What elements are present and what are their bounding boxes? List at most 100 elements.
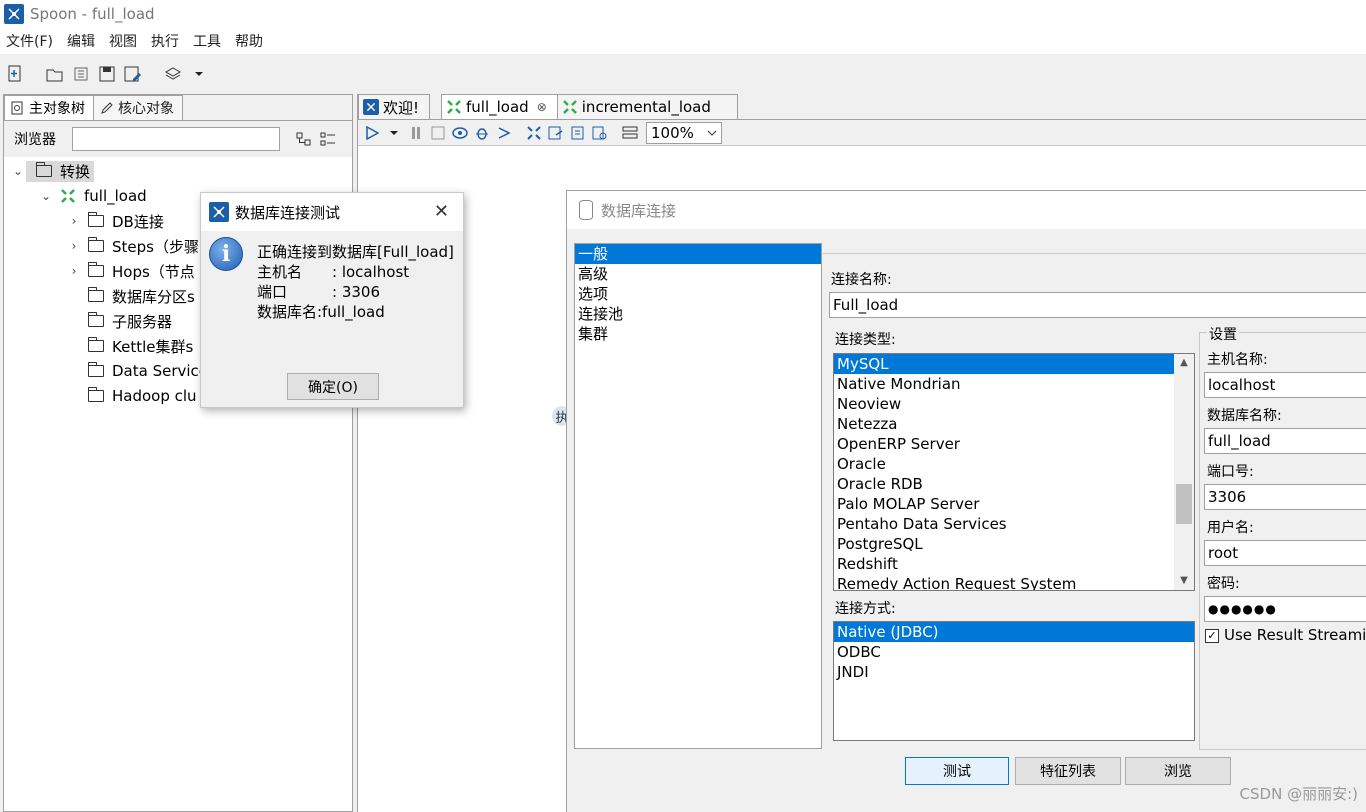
window-title: Spoon - full_load — [30, 5, 155, 23]
browser-search-input[interactable] — [72, 127, 280, 151]
tree-node-data-services[interactable]: Data Service — [82, 359, 208, 383]
tree-node-db-connections[interactable]: › DB连接 — [66, 209, 164, 233]
tab-welcome[interactable]: 欢迎! — [358, 94, 431, 119]
tab-core-objects[interactable]: 核心对象 — [93, 95, 183, 120]
close-tab-icon[interactable]: ⊗ — [537, 100, 547, 114]
list-item[interactable]: Pentaho Data Services — [834, 514, 1194, 534]
category-pooling[interactable]: 连接池 — [575, 304, 821, 324]
host-input[interactable]: localhost — [1204, 372, 1366, 398]
preview-eye-icon[interactable] — [450, 123, 470, 143]
tree-node-label: Data Service — [112, 362, 209, 380]
category-advanced[interactable]: 高级 — [575, 264, 821, 284]
category-options[interactable]: 选项 — [575, 284, 821, 304]
scroll-up-icon[interactable]: ▲ — [1174, 354, 1194, 372]
chevron-right-icon[interactable]: › — [66, 239, 82, 253]
folder-icon — [87, 262, 104, 277]
tab-full-load[interactable]: full_load ⊗ — [441, 94, 558, 119]
list-scrollbar[interactable]: ▲ ▼ — [1174, 354, 1194, 590]
explore-button[interactable]: 浏览 — [1125, 757, 1231, 785]
list-item[interactable]: Oracle — [834, 454, 1194, 474]
category-list: 一般 高级 选项 连接池 集群 — [574, 243, 822, 749]
chevron-right-icon[interactable]: › — [66, 214, 82, 228]
tab-main-object-tree[interactable]: 主对象树 — [4, 95, 94, 120]
list-item[interactable]: Neoview — [834, 394, 1194, 414]
chevron-down-icon[interactable]: ⌄ — [10, 164, 26, 178]
tree-node-hadoop-clusters[interactable]: Hadoop clu — [82, 384, 197, 408]
tab-incremental-load[interactable]: incremental_load — [556, 94, 738, 119]
tree-node-steps[interactable]: › Steps（步骤 — [66, 234, 199, 258]
save-icon[interactable] — [96, 63, 118, 85]
spoon-icon — [363, 99, 379, 115]
port-input[interactable]: 3306 — [1204, 484, 1366, 510]
verify-icon[interactable] — [524, 123, 544, 143]
chevron-down-icon[interactable]: ⌄ — [38, 189, 54, 203]
chevron-right-icon[interactable]: › — [66, 264, 82, 278]
list-item[interactable]: OpenERP Server — [834, 434, 1194, 454]
tree-node-slave-servers[interactable]: 子服务器 — [82, 309, 172, 333]
list-item[interactable]: JNDI — [834, 662, 1194, 682]
save-as-icon[interactable] — [122, 63, 144, 85]
username-input[interactable]: root — [1204, 540, 1366, 566]
stop-icon[interactable] — [428, 123, 448, 143]
folder-icon — [87, 362, 104, 377]
category-general[interactable]: 一般 — [575, 244, 821, 264]
impact-icon[interactable] — [546, 123, 566, 143]
menu-tools[interactable]: 工具 — [193, 31, 221, 51]
menu-file[interactable]: 文件(F) — [6, 31, 53, 51]
menu-view[interactable]: 视图 — [109, 31, 137, 51]
access-method-list[interactable]: Native (JDBC) ODBC JNDI — [833, 621, 1195, 741]
close-icon[interactable]: ✕ — [434, 201, 449, 222]
list-item[interactable]: Netezza — [834, 414, 1194, 434]
use-result-streaming-label: Use Result Streamin — [1224, 626, 1366, 644]
list-item[interactable]: ODBC — [834, 642, 1194, 662]
database-icon — [579, 200, 593, 220]
password-label: 密码: — [1207, 576, 1240, 592]
connection-name-input[interactable]: Full_load — [829, 292, 1366, 318]
tab-label: 欢迎! — [383, 98, 420, 117]
run-icon[interactable] — [362, 123, 382, 143]
chevron-down-icon[interactable] — [188, 63, 210, 85]
feature-list-button[interactable]: 特征列表 — [1015, 757, 1121, 785]
list-item[interactable]: Redshift — [834, 554, 1194, 574]
open-file-icon[interactable] — [44, 63, 66, 85]
scroll-thumb[interactable] — [1176, 484, 1192, 524]
pause-icon[interactable] — [406, 123, 426, 143]
explore-db-icon[interactable] — [590, 123, 610, 143]
collapse-tree-icon[interactable] — [296, 131, 312, 147]
browser-search-row: 浏览器 — [4, 121, 352, 157]
sql-icon[interactable] — [568, 123, 588, 143]
category-clustering[interactable]: 集群 — [575, 324, 821, 344]
test-button[interactable]: 测试 — [905, 757, 1009, 785]
expand-tree-icon[interactable] — [320, 131, 336, 147]
list-item[interactable]: Native Mondrian — [834, 374, 1194, 394]
tree-node-transformations[interactable]: ⌄ 转换 — [10, 159, 95, 183]
perspective-layers-icon[interactable] — [162, 63, 184, 85]
ok-button[interactable]: 确定(O) — [287, 373, 379, 400]
list-item[interactable]: MySQL — [834, 354, 1174, 374]
database-name-input[interactable]: full_load — [1204, 428, 1366, 454]
tree-node-kettle-clusters[interactable]: Kettle集群s — [82, 334, 193, 358]
list-item[interactable]: Palo MOLAP Server — [834, 494, 1194, 514]
list-item[interactable]: Oracle RDB — [834, 474, 1194, 494]
list-item[interactable]: Remedy Action Request System — [834, 574, 1194, 590]
menu-run[interactable]: 执行 — [151, 31, 179, 51]
menu-help[interactable]: 帮助 — [235, 31, 263, 51]
password-input[interactable]: ●●●●●● — [1204, 596, 1366, 622]
replay-icon[interactable] — [494, 123, 514, 143]
list-item[interactable]: Native (JDBC) — [834, 622, 1194, 642]
tree-node-label: DB连接 — [112, 212, 164, 231]
tree-node-full-load[interactable]: ⌄ full_load — [38, 184, 147, 208]
zoom-select[interactable]: 100% — [646, 121, 722, 144]
menu-edit[interactable]: 编辑 — [67, 31, 95, 51]
grid-align-icon[interactable] — [620, 123, 640, 143]
explore-repository-icon[interactable] — [70, 63, 92, 85]
tree-node-hops[interactable]: › Hops（节点 — [66, 259, 195, 283]
new-file-icon[interactable] — [4, 63, 26, 85]
debug-bug-icon[interactable] — [472, 123, 492, 143]
list-item[interactable]: PostgreSQL — [834, 534, 1194, 554]
use-result-streaming-checkbox[interactable]: ✓ — [1205, 629, 1219, 643]
connection-type-list[interactable]: MySQL Native Mondrian Neoview Netezza Op… — [833, 353, 1195, 591]
scroll-down-icon[interactable]: ▼ — [1174, 572, 1194, 590]
chevron-down-icon[interactable] — [384, 123, 404, 143]
tree-node-partition-schemas[interactable]: 数据库分区s — [82, 284, 195, 308]
